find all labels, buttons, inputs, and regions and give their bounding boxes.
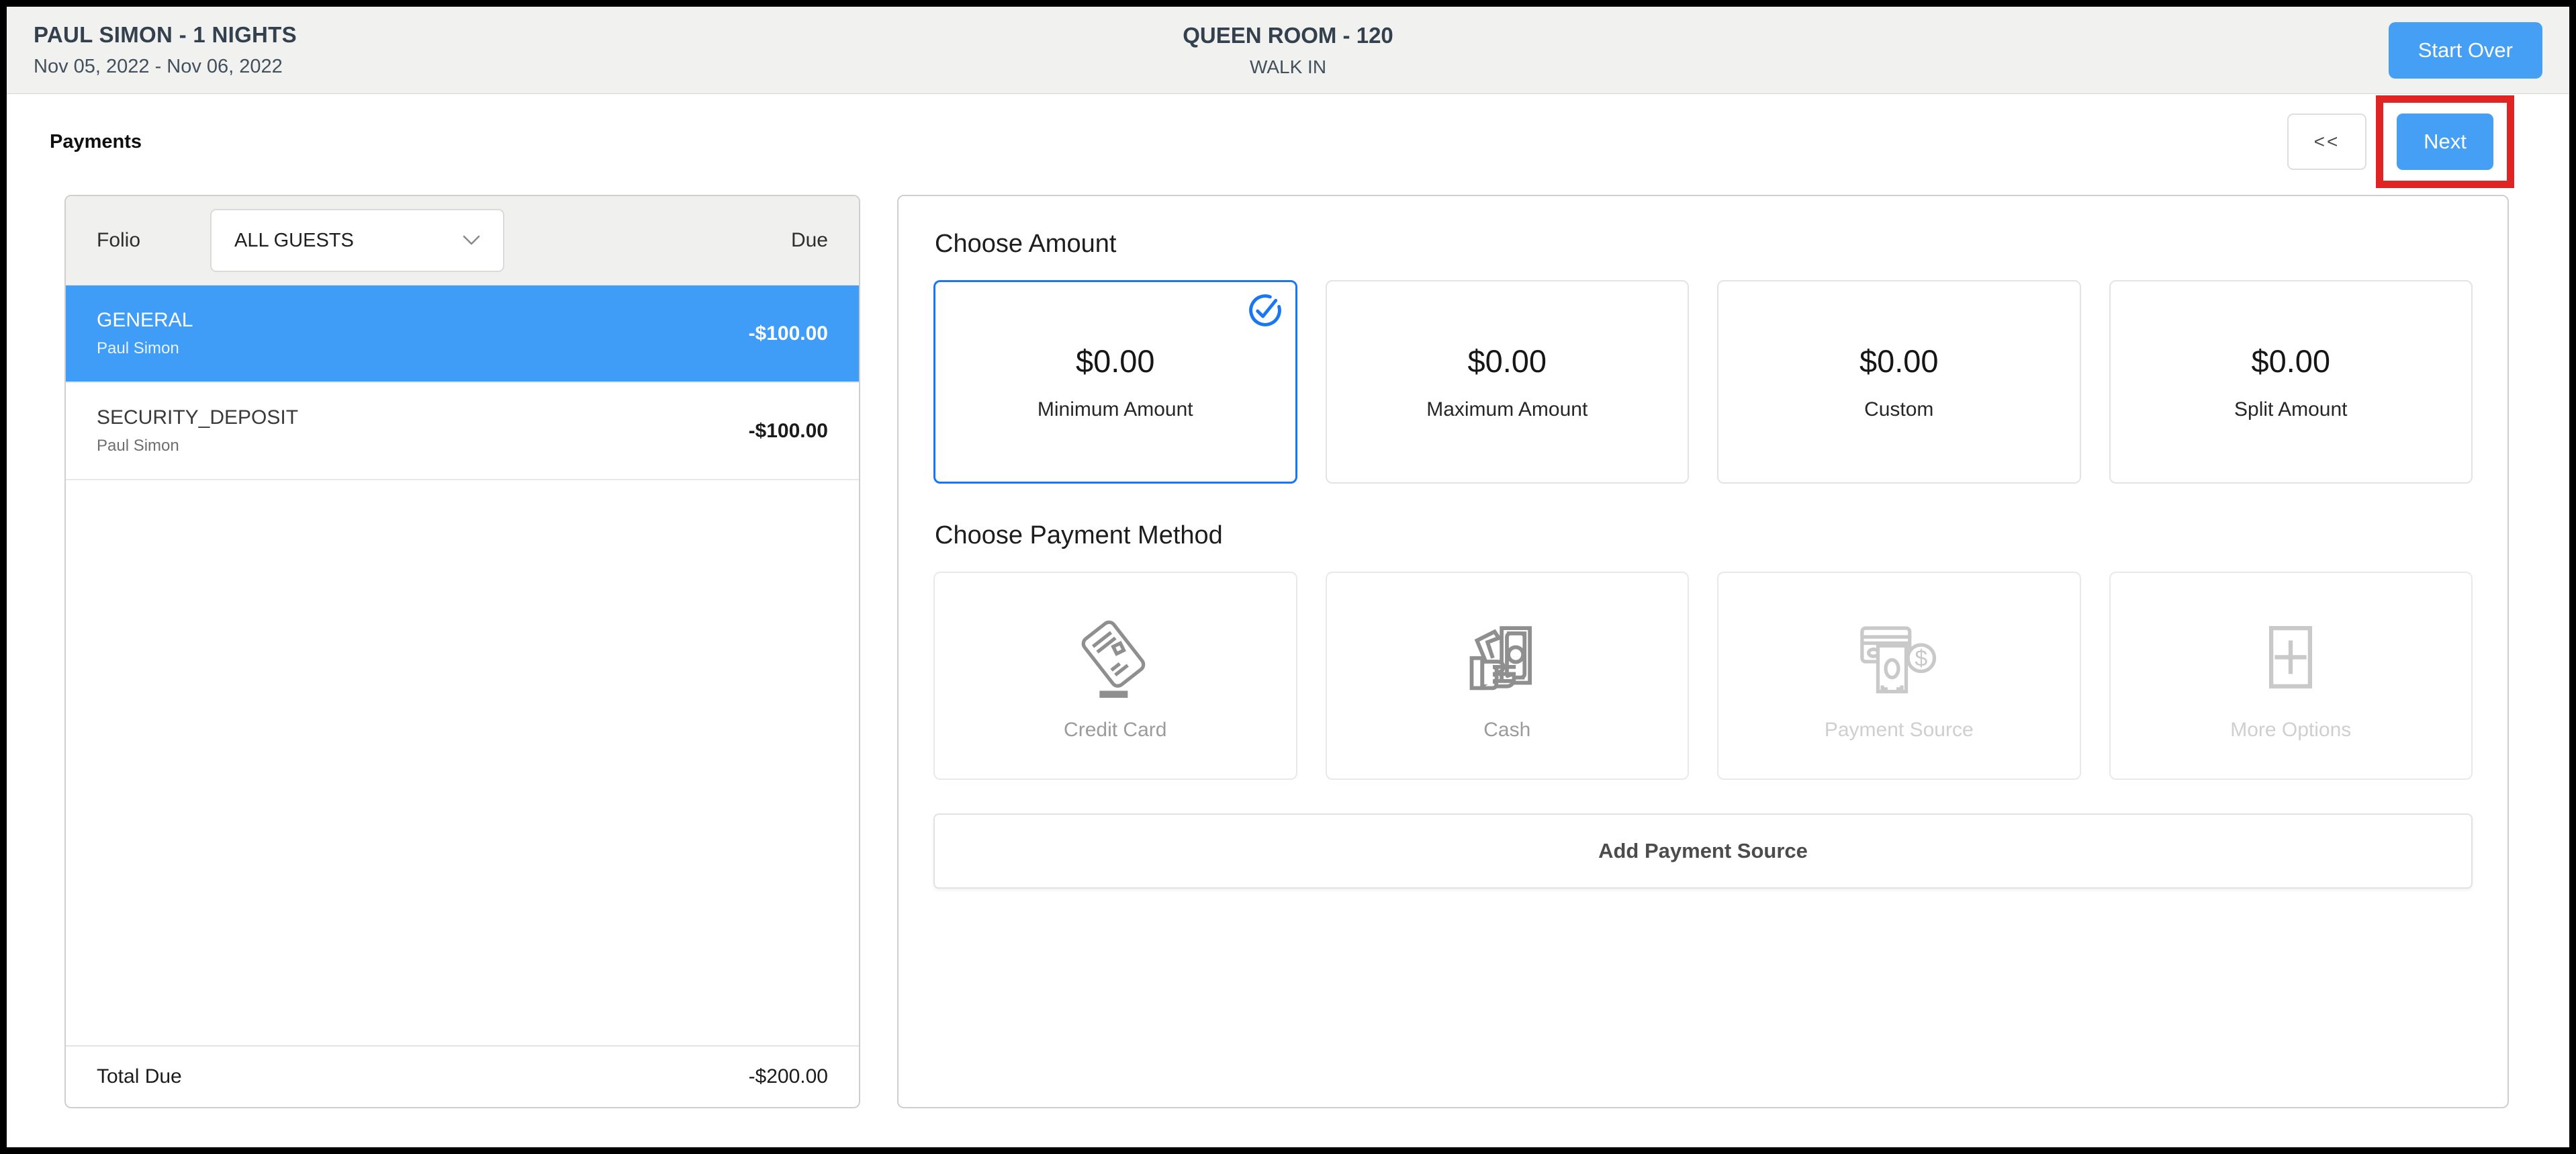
guest-name-title: PAUL SIMON - 1 NIGHTS — [34, 22, 297, 47]
amount-label: Maximum Amount — [1426, 398, 1588, 420]
folio-name: SECURITY_DEPOSIT — [97, 406, 299, 429]
reservation-header: PAUL SIMON - 1 NIGHTS Nov 05, 2022 - Nov… — [7, 7, 2569, 94]
check-circle-icon — [1247, 292, 1283, 328]
add-payment-source-button[interactable]: Add Payment Source — [933, 813, 2473, 889]
amount-option-minimum[interactable]: $0.00 Minimum Amount — [933, 280, 1297, 484]
folio-row-security-deposit[interactable]: SECURITY_DEPOSIT Paul Simon -$100.00 — [66, 383, 859, 480]
amount-value: $0.00 — [1859, 343, 1939, 379]
choose-amount-title: Choose Amount — [935, 230, 1117, 258]
credit-card-icon — [1073, 610, 1158, 704]
amount-option-maximum[interactable]: $0.00 Maximum Amount — [1325, 280, 1689, 484]
main-content: Folio ALL GUESTS Due GENERAL Paul Simon … — [7, 189, 2569, 1108]
toolbar-actions: << Next — [2287, 95, 2514, 188]
cash-icon — [1465, 610, 1549, 704]
folio-guest: Paul Simon — [97, 437, 179, 455]
method-label: Payment Source — [1824, 719, 1974, 741]
amount-option-custom[interactable]: $0.00 Custom — [1717, 280, 2081, 484]
folio-row-general[interactable]: GENERAL Paul Simon -$100.00 — [66, 285, 859, 383]
guest-filter-dropdown[interactable]: ALL GUESTS — [210, 209, 505, 272]
folio-panel-header: Folio ALL GUESTS Due — [66, 196, 859, 285]
folio-guest: Paul Simon — [97, 339, 179, 357]
amount-options: $0.00 Minimum Amount $0.00 Maximum Amoun… — [933, 280, 2473, 484]
amount-label: Minimum Amount — [1037, 398, 1193, 420]
folio-due-amount: -$100.00 — [748, 322, 828, 345]
payments-toolbar: Payments << Next — [7, 94, 2569, 189]
guest-filter-value: ALL GUESTS — [234, 229, 354, 251]
chevron-down-icon — [463, 235, 480, 247]
folio-name: GENERAL — [97, 309, 193, 331]
total-due-value: -$200.00 — [748, 1065, 828, 1088]
method-cash[interactable]: Cash — [1325, 572, 1689, 780]
page-title: Payments — [50, 130, 142, 152]
booking-type: WALK IN — [1249, 56, 1327, 77]
folio-row-list: GENERAL Paul Simon -$100.00 SECURITY_DEP… — [66, 285, 859, 1045]
room-title: QUEEN ROOM - 120 — [1183, 22, 1393, 48]
total-due-label: Total Due — [97, 1065, 182, 1088]
method-label: More Options — [2230, 719, 2352, 741]
amount-value: $0.00 — [2251, 343, 2331, 379]
amount-label: Split Amount — [2234, 398, 2348, 420]
amount-value: $0.00 — [1467, 343, 1547, 379]
method-payment-source[interactable]: $ Payment Source — [1717, 572, 2081, 780]
svg-text:$: $ — [1915, 646, 1927, 672]
method-label: Cash — [1483, 719, 1531, 741]
payment-panel: Choose Amount $0.00 Minimum Amount $0.00… — [897, 195, 2509, 1108]
guest-summary: PAUL SIMON - 1 NIGHTS Nov 05, 2022 - Nov… — [34, 22, 297, 78]
amount-label: Custom — [1864, 398, 1934, 420]
folio-due-amount: -$100.00 — [748, 419, 828, 442]
start-over-button[interactable]: Start Over — [2388, 21, 2542, 79]
stay-date-range: Nov 05, 2022 - Nov 06, 2022 — [34, 56, 283, 77]
payment-source-icon: $ — [1857, 610, 1941, 704]
back-button[interactable]: << — [2287, 114, 2366, 170]
method-credit-card[interactable]: Credit Card — [933, 572, 1297, 780]
next-button[interactable]: Next — [2397, 114, 2493, 170]
amount-value: $0.00 — [1075, 343, 1155, 379]
method-more-options[interactable]: More Options — [2109, 572, 2473, 780]
method-label: Credit Card — [1064, 719, 1167, 741]
payments-screen: PAUL SIMON - 1 NIGHTS Nov 05, 2022 - Nov… — [0, 0, 2576, 1154]
folio-total-row: Total Due -$200.00 — [66, 1045, 859, 1107]
more-options-icon — [2248, 610, 2333, 704]
room-summary: QUEEN ROOM - 120 WALK IN — [1183, 23, 1393, 78]
folio-column-label: Folio — [97, 229, 141, 251]
amount-option-split[interactable]: $0.00 Split Amount — [2109, 280, 2473, 484]
due-column-label: Due — [790, 229, 828, 251]
folio-panel: Folio ALL GUESTS Due GENERAL Paul Simon … — [64, 195, 860, 1108]
payment-method-options: Credit Card Cash $ Payment Source More O… — [933, 572, 2473, 780]
next-button-highlight: Next — [2376, 95, 2514, 188]
choose-method-title: Choose Payment Method — [935, 521, 1223, 549]
